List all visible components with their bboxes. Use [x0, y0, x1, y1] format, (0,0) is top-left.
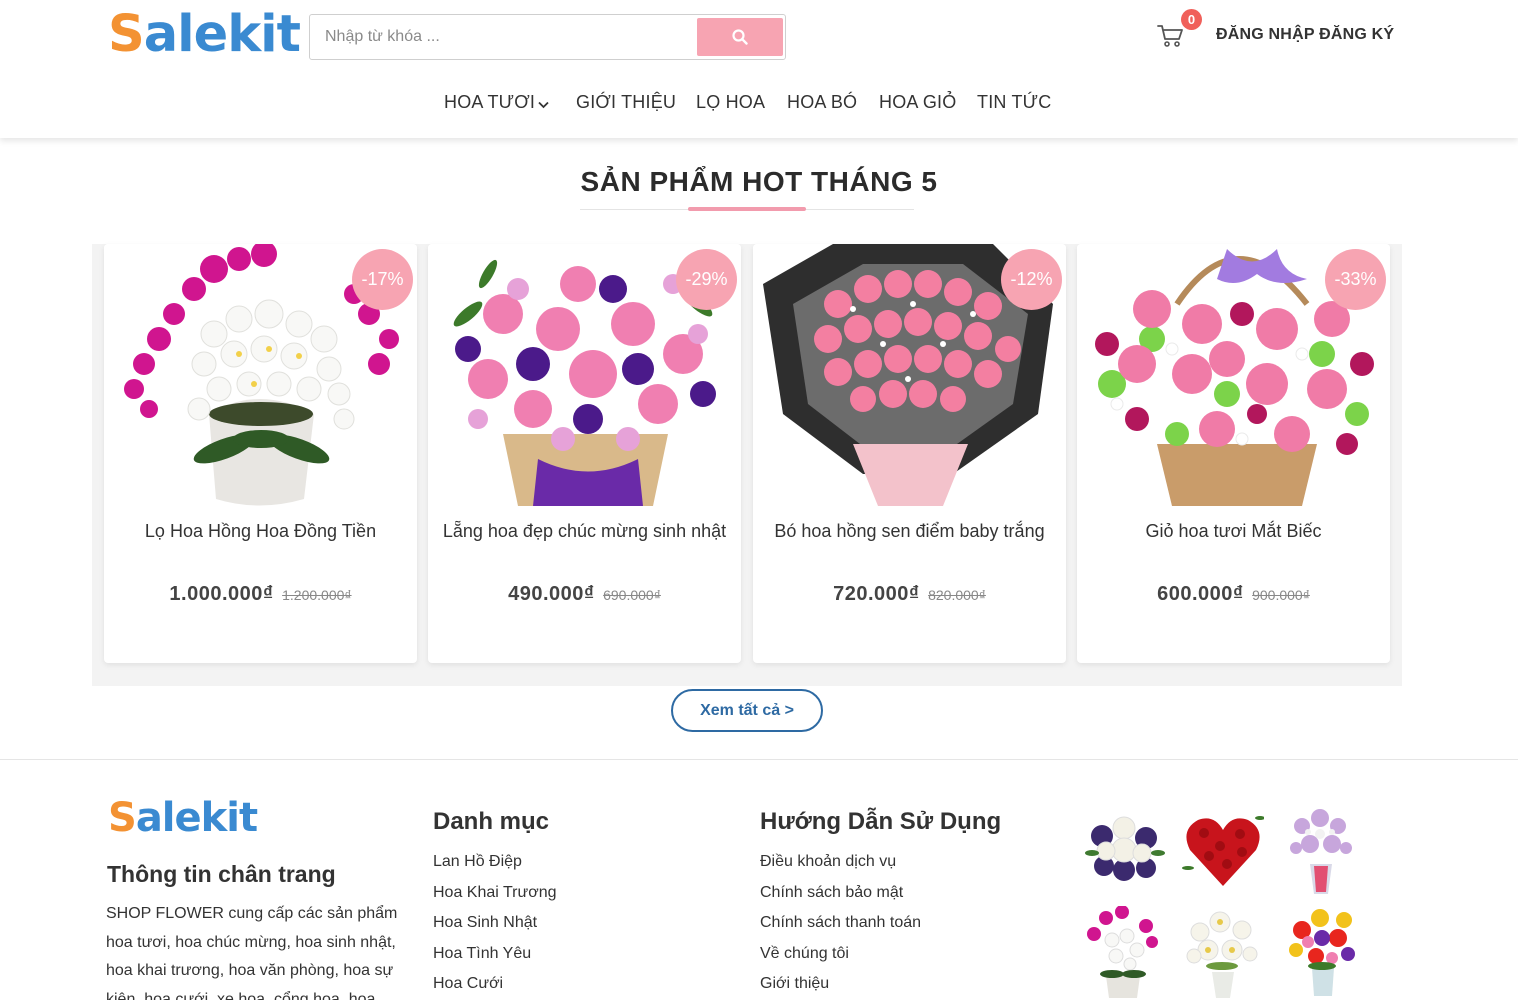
discount-badge: -12%: [1001, 249, 1062, 310]
footer-category-link[interactable]: Hoa Khai Trương: [433, 878, 556, 909]
section-title: SẢN PHẨM HOT THÁNG 5: [580, 166, 938, 197]
chevron-down-icon: [538, 93, 549, 114]
product-prices: 1.000.000₫ 1.200.000₫: [104, 583, 417, 606]
footer-info-title: Thông tin chân trang: [107, 861, 336, 887]
nav-item-tin-tuc[interactable]: TIN TỨC: [977, 92, 1051, 113]
discount-badge: -33%: [1325, 249, 1386, 310]
site-header: Salekit 0 ĐĂNG NHẬP ĐĂNG KÝ HOA TƯƠI GIỚ…: [0, 0, 1518, 138]
cart-count-badge: 0: [1181, 9, 1202, 30]
main-nav: HOA TƯƠI GIỚI THIỆU LỌ HOA HOA BÓ HOA GI…: [0, 92, 1518, 118]
product-old-price: 690.000₫: [603, 587, 661, 603]
footer-info-text: SHOP FLOWER cung cấp các sản phẩm hoa tư…: [106, 905, 398, 1000]
search-form: [309, 14, 786, 60]
discount-badge: -17%: [352, 249, 413, 310]
auth-links: ĐĂNG NHẬP ĐĂNG KÝ: [1216, 26, 1394, 44]
nav-item-gioi-thieu[interactable]: GIỚI THIỆU: [576, 92, 676, 113]
site-logo[interactable]: Salekit: [108, 6, 301, 64]
product-old-price: 820.000₫: [928, 587, 986, 603]
footer-guide-link[interactable]: Điều khoản dịch vụ: [760, 847, 921, 878]
footer-divider: [0, 759, 1518, 760]
footer-guide-link[interactable]: Chính sách thanh toán: [760, 908, 921, 939]
footer-guide-list: Điều khoản dịch vụ Chính sách bảo mật Ch…: [760, 847, 921, 1000]
footer-guide-link[interactable]: Về chúng tôi: [760, 939, 921, 970]
product-card[interactable]: -17% Lọ Hoa Hồng Hoa Đồng Tiền 1.000.000…: [104, 244, 417, 663]
footer-gallery-thumb[interactable]: [1084, 808, 1166, 894]
cart-icon: [1157, 25, 1183, 47]
product-name: Lọ Hoa Hồng Hoa Đồng Tiền: [144, 521, 377, 541]
nav-item-hoa-tuoi[interactable]: HOA TƯƠI: [444, 92, 549, 114]
product-card[interactable]: -29% Lẵng hoa đẹp chúc mừng sinh nhật 49…: [428, 244, 741, 663]
search-button[interactable]: [697, 18, 783, 56]
register-link[interactable]: ĐĂNG KÝ: [1319, 26, 1394, 43]
product-prices: 490.000₫ 690.000₫: [428, 583, 741, 606]
search-input[interactable]: [311, 16, 695, 58]
login-link[interactable]: ĐĂNG NHẬP: [1216, 26, 1314, 43]
footer-guide-link[interactable]: Chính sách bảo mật: [760, 878, 921, 909]
footer-categories-list: Lan Hồ Điệp Hoa Khai Trương Hoa Sinh Nhậ…: [433, 847, 556, 1000]
product-card[interactable]: -33% Giỏ hoa tươi Mắt Biếc 600.000₫ 900.…: [1077, 244, 1390, 663]
product-prices: 600.000₫ 900.000₫: [1077, 583, 1390, 606]
footer-gallery-thumb[interactable]: [1182, 808, 1265, 894]
product-prices: 720.000₫ 820.000₫: [753, 583, 1066, 606]
nav-item-hoa-bo[interactable]: HOA BÓ: [787, 92, 857, 113]
footer-logo[interactable]: Salekit: [108, 795, 258, 841]
footer-gallery-thumb[interactable]: [1182, 906, 1264, 998]
product-old-price: 900.000₫: [1252, 587, 1310, 603]
footer-gallery-thumb[interactable]: [1280, 804, 1362, 894]
product-price: 600.000₫: [1157, 583, 1244, 605]
footer-category-link[interactable]: Hoa Sinh Nhật: [433, 908, 556, 939]
footer-category-link[interactable]: Lan Hồ Điệp: [433, 847, 556, 878]
cart-button[interactable]: [1156, 22, 1186, 48]
product-card[interactable]: -12% Bó hoa hồng sen điểm baby trắng 720…: [753, 244, 1066, 663]
nav-item-hoa-gio[interactable]: HOA GIỎ: [879, 92, 956, 113]
see-all-button[interactable]: Xem tất cả >: [671, 689, 823, 732]
nav-item-lo-hoa[interactable]: LỌ HOA: [696, 92, 765, 113]
footer-categories-title: Danh mục: [433, 808, 550, 835]
product-name: Giỏ hoa tươi Mắt Biếc: [1145, 521, 1322, 541]
footer-gallery-thumb[interactable]: [1282, 902, 1364, 996]
footer-gallery-thumb[interactable]: [1082, 905, 1164, 998]
discount-badge: -29%: [676, 249, 737, 310]
product-price: 490.000₫: [508, 583, 595, 605]
footer-category-link[interactable]: Hoa Cưới: [433, 969, 556, 1000]
product-name: Bó hoa hồng sen điểm baby trắng: [774, 521, 1045, 541]
footer-guide-title: Hướng Dẫn Sử Dụng: [760, 808, 1002, 835]
search-icon: [732, 29, 748, 45]
product-name: Lẵng hoa đẹp chúc mừng sinh nhật: [442, 521, 727, 541]
footer-guide-link[interactable]: Giới thiệu: [760, 969, 921, 1000]
product-carousel: -17% Lọ Hoa Hồng Hoa Đồng Tiền 1.000.000…: [92, 244, 1402, 686]
product-price: 1.000.000₫: [169, 583, 274, 605]
product-price: 720.000₫: [833, 583, 920, 605]
footer-category-link[interactable]: Hoa Tình Yêu: [433, 939, 556, 970]
product-old-price: 1.200.000₫: [282, 587, 352, 603]
title-accent-bar: [688, 207, 806, 211]
